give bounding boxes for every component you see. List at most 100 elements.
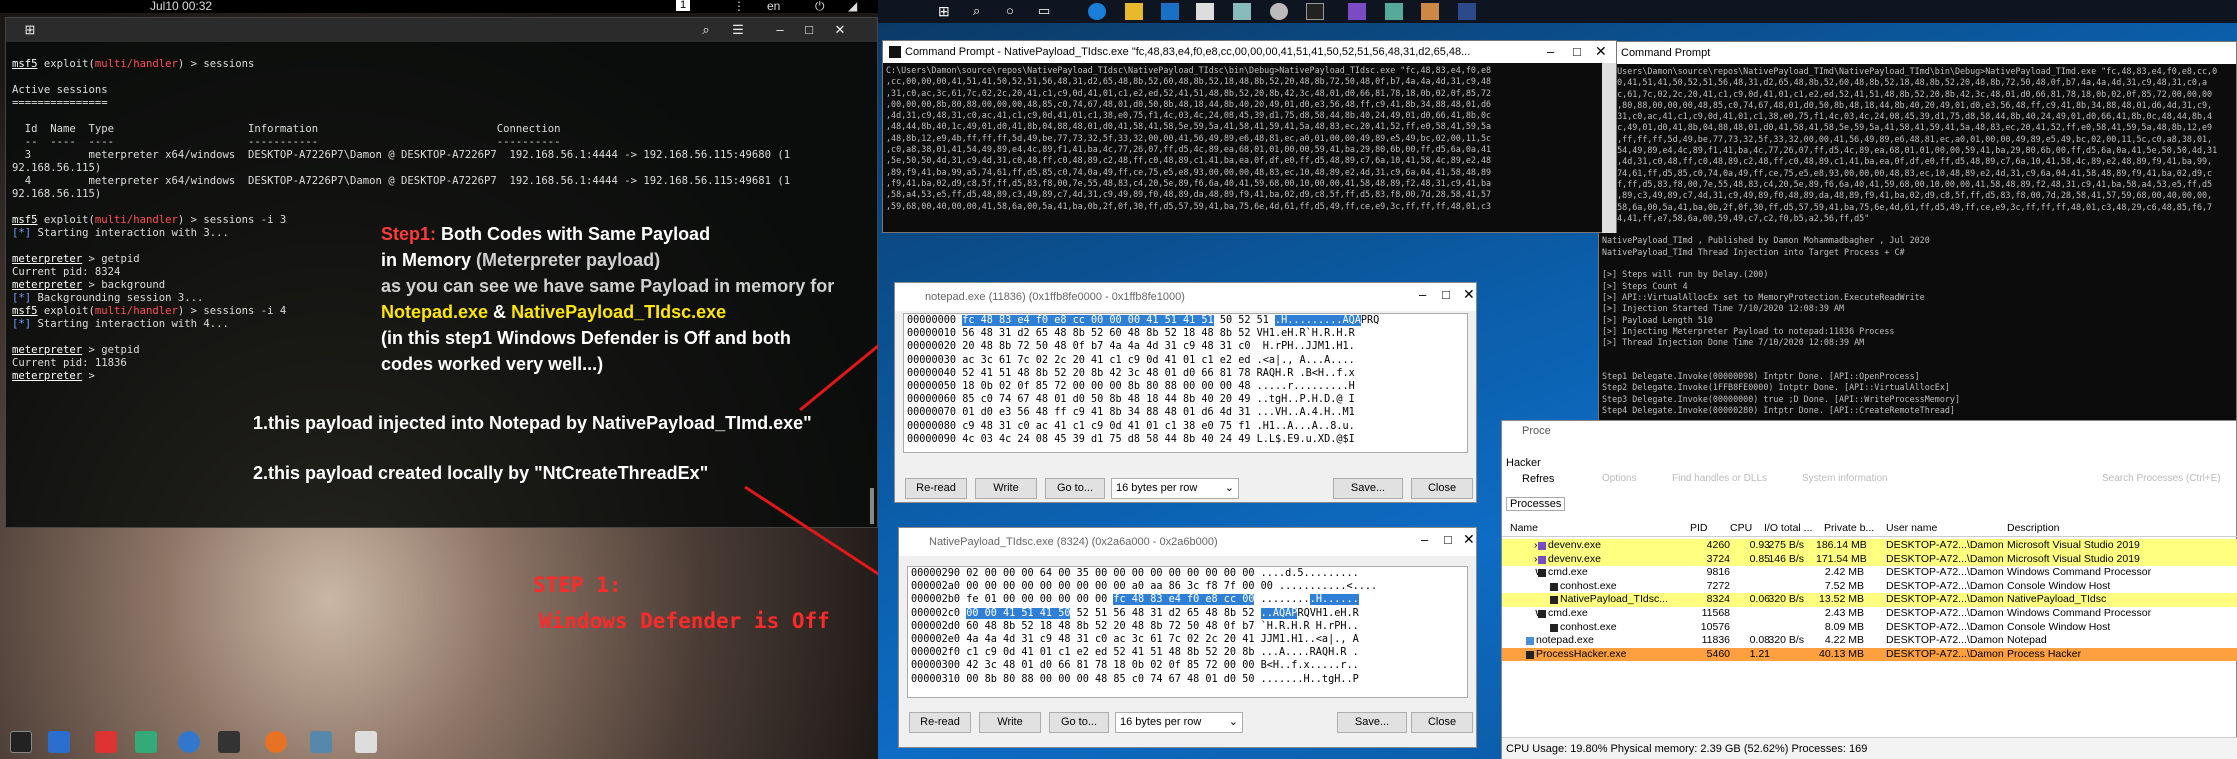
- column-header[interactable]: User name: [1886, 522, 1937, 534]
- app-icon[interactable]: [1385, 3, 1403, 20]
- hex-row[interactable]: 000002c0 00 00 41 51 41 50 52 51 56 48 3…: [908, 607, 1467, 620]
- hex-row[interactable]: 000002b0 fe 01 00 00 00 00 00 00 fc 48 8…: [908, 593, 1467, 606]
- hex-row[interactable]: 00000050 18 0b 02 0f 85 72 00 00 00 8b 8…: [904, 380, 1467, 393]
- goto-button[interactable]: Go to...: [1049, 712, 1109, 733]
- minimize-icon[interactable]: –: [1421, 532, 1428, 547]
- save-button[interactable]: Save...: [1333, 478, 1403, 499]
- hex-row[interactable]: 00000040 52 41 51 48 8b 52 20 8b 42 3c 4…: [904, 367, 1467, 380]
- cmd-window-front[interactable]: Command Prompt - NativePayload_TIdsc.exe…: [882, 40, 1617, 233]
- bytes-per-row-select[interactable]: 16 bytes per row ⌄: [1111, 478, 1239, 499]
- process-hacker-title[interactable]: Proce: [1522, 425, 1551, 437]
- reread-button[interactable]: Re-read: [909, 712, 971, 733]
- minimize-icon[interactable]: –: [1419, 287, 1426, 302]
- visual-studio-icon[interactable]: [1348, 3, 1366, 20]
- process-row[interactable]: cmd.exe 9816 2.42 MB DESKTOP-A72...\Damon Wi…: [1502, 566, 2237, 580]
- maximize-icon[interactable]: □: [1442, 287, 1450, 302]
- edge-icon[interactable]: [1088, 3, 1106, 20]
- refresh-button[interactable]: Refres: [1522, 473, 1554, 485]
- app-icon[interactable]: [1421, 3, 1439, 20]
- hex-window-native[interactable]: NativePayload_TIdsc.exe (8324) (0x2a6a00…: [898, 527, 1477, 748]
- process-row[interactable]: devenv.exe 3724 0.85 146 B/s 171.54 MB DESKTO…: [1502, 552, 2237, 567]
- hex-notepad-title[interactable]: notepad.exe (11836) (0x1ffb8fe0000 - 0x1…: [895, 283, 1476, 311]
- hex-row[interactable]: 00000000 fc 48 83 e4 f0 e8 cc 00 00 00 4…: [904, 314, 1467, 327]
- minimize-icon[interactable]: –: [1547, 44, 1554, 59]
- bytes-per-row-select[interactable]: 16 bytes per row ⌄: [1115, 712, 1243, 733]
- close-button[interactable]: Close: [1411, 478, 1473, 499]
- hex-notepad-content[interactable]: 00000000 fc 48 83 e4 f0 e8 cc 00 00 00 4…: [903, 313, 1468, 453]
- store-icon[interactable]: [1161, 3, 1179, 20]
- hex-row[interactable]: 00000070 01 d0 e3 56 48 ff c9 41 8b 34 8…: [904, 406, 1467, 419]
- goto-button[interactable]: Go to...: [1045, 478, 1105, 499]
- write-button[interactable]: Write: [975, 478, 1037, 499]
- files-icon[interactable]: [48, 731, 70, 753]
- hex-row[interactable]: 00000010 56 48 31 d2 65 48 8b 52 60 48 8…: [904, 327, 1467, 340]
- reread-button[interactable]: Re-read: [905, 478, 967, 499]
- cortana-icon[interactable]: ○: [1006, 3, 1024, 20]
- hex-row[interactable]: 00000080 c9 48 31 c0 ac 41 c1 c9 0d 41 0…: [904, 420, 1467, 433]
- hacker-menu[interactable]: Hacker: [1506, 457, 1541, 469]
- mail-icon[interactable]: [1196, 3, 1214, 20]
- cmd-scrollbar[interactable]: [1602, 63, 1616, 233]
- process-hacker-window[interactable]: Proce Hacker Refres Options Find handles…: [1501, 420, 2237, 759]
- expand-arrow-icon[interactable]: ›: [1534, 539, 1538, 553]
- tool-icon[interactable]: [310, 731, 332, 753]
- hex-native-title[interactable]: NativePayload_TIdsc.exe (8324) (0x2a6a00…: [899, 528, 1476, 556]
- search-processes-input[interactable]: Search Processes (Ctrl+E): [2102, 473, 2221, 484]
- cmd-icon[interactable]: [1306, 3, 1324, 20]
- maximize-icon[interactable]: □: [1573, 44, 1581, 59]
- hex-row[interactable]: 00000310 00 8b 80 88 00 00 00 48 85 c0 7…: [908, 673, 1467, 686]
- app-icon[interactable]: [1458, 3, 1476, 20]
- hex-row[interactable]: 000002d0 60 48 8b 52 18 48 8b 52 20 48 8…: [908, 620, 1467, 633]
- process-row[interactable]: conhost.exe 7272 7.52 MB DESKTOP-A72...\Dam…: [1502, 579, 2237, 594]
- cmd-front-title[interactable]: Command Prompt - NativePayload_TIdsc.exe…: [883, 41, 1616, 63]
- save-button[interactable]: Save...: [1337, 712, 1407, 733]
- hex-row[interactable]: 000002a0 00 00 00 00 00 00 00 00 00 a0 a…: [908, 580, 1467, 593]
- close-icon[interactable]: ✕: [1463, 286, 1475, 303]
- windows-start-icon[interactable]: ⊞: [938, 3, 956, 20]
- process-row[interactable]: devenv.exe 4260 0.93 275 B/s 186.14 MB DESKTO…: [1502, 539, 2237, 553]
- hex-row[interactable]: 000002e0 4a 4a 4d 31 c9 48 31 c0 ac 3c 6…: [908, 633, 1467, 646]
- hex-row[interactable]: 00000300 42 3c 48 01 d0 66 81 78 18 0b 0…: [908, 659, 1467, 672]
- terminal-icon[interactable]: [10, 731, 32, 753]
- close-button[interactable]: Close: [1411, 712, 1473, 733]
- process-hacker-icon[interactable]: [1270, 3, 1288, 20]
- options-button[interactable]: Options: [1602, 473, 1636, 484]
- column-header[interactable]: PID: [1690, 522, 1708, 534]
- close-icon[interactable]: ✕: [1595, 43, 1607, 60]
- file-explorer-icon[interactable]: [1125, 3, 1143, 20]
- app-icon[interactable]: [1233, 3, 1251, 20]
- column-header[interactable]: Private b...: [1824, 522, 1874, 534]
- write-button[interactable]: Write: [979, 712, 1041, 733]
- task-view-icon[interactable]: ▭: [1038, 3, 1056, 20]
- column-header[interactable]: Description: [2007, 522, 2060, 534]
- maximize-icon[interactable]: □: [1444, 532, 1452, 547]
- cmd-back-title[interactable]: Command Prompt: [1599, 42, 2236, 64]
- firefox-icon[interactable]: [265, 731, 287, 753]
- hex-row[interactable]: 00000090 4c 03 4c 24 08 45 39 d1 75 d8 5…: [904, 433, 1467, 446]
- process-row[interactable]: NativePayload_TIdsc... 8324 0.06 320 B/s 13.…: [1502, 593, 2237, 607]
- column-header[interactable]: I/O total ...: [1764, 522, 1812, 534]
- record-icon[interactable]: [218, 731, 240, 753]
- hex-row[interactable]: 00000020 20 48 8b 72 50 48 0f b7 4a 4a 4…: [904, 340, 1467, 353]
- find-handles-button[interactable]: Find handles or DLLs: [1672, 473, 1767, 484]
- process-row[interactable]: ProcessHacker.exe 5460 1.21 40.13 MB DESKTOP…: [1502, 647, 2237, 662]
- editor-icon[interactable]: [95, 731, 117, 753]
- process-table-header[interactable]: Name PID CPU I/O total ... Private b... User …: [1502, 521, 2237, 537]
- hex-window-notepad[interactable]: notepad.exe (11836) (0x1ffb8fe0000 - 0x1…: [894, 282, 1477, 503]
- hex-row[interactable]: 00000290 02 00 00 00 64 00 35 00 00 00 0…: [908, 567, 1467, 580]
- expand-arrow-icon[interactable]: ›: [1534, 553, 1538, 567]
- process-row[interactable]: conhost.exe 10576 8.09 MB DESKTOP-A72...\Da…: [1502, 620, 2237, 635]
- system-info-button[interactable]: System information: [1802, 473, 1888, 484]
- image-viewer-icon[interactable]: [135, 731, 157, 753]
- cmd-front-output[interactable]: C:\Users\Damon\source\repos\NativePayloa…: [886, 65, 1606, 230]
- close-icon[interactable]: ✕: [1463, 531, 1475, 548]
- process-row[interactable]: notepad.exe 11836 0.08 320 B/s 4.22 MB DESKTO…: [1502, 634, 2237, 648]
- search-icon[interactable]: ⌕: [973, 3, 991, 20]
- hex-native-content[interactable]: 00000290 02 00 00 00 64 00 35 00 00 00 0…: [907, 566, 1468, 698]
- column-header[interactable]: CPU: [1730, 522, 1752, 534]
- process-row[interactable]: cmd.exe 11568 2.43 MB DESKTOP-A72...\Damon W…: [1502, 607, 2237, 621]
- hex-row[interactable]: 00000060 85 c0 74 67 48 01 d0 50 8b 48 1…: [904, 393, 1467, 406]
- app-icon[interactable]: [178, 731, 200, 753]
- column-header[interactable]: Name: [1510, 522, 1538, 534]
- hex-row[interactable]: 00000030 ac 3c 61 7c 02 2c 20 41 c1 c9 0…: [904, 354, 1467, 367]
